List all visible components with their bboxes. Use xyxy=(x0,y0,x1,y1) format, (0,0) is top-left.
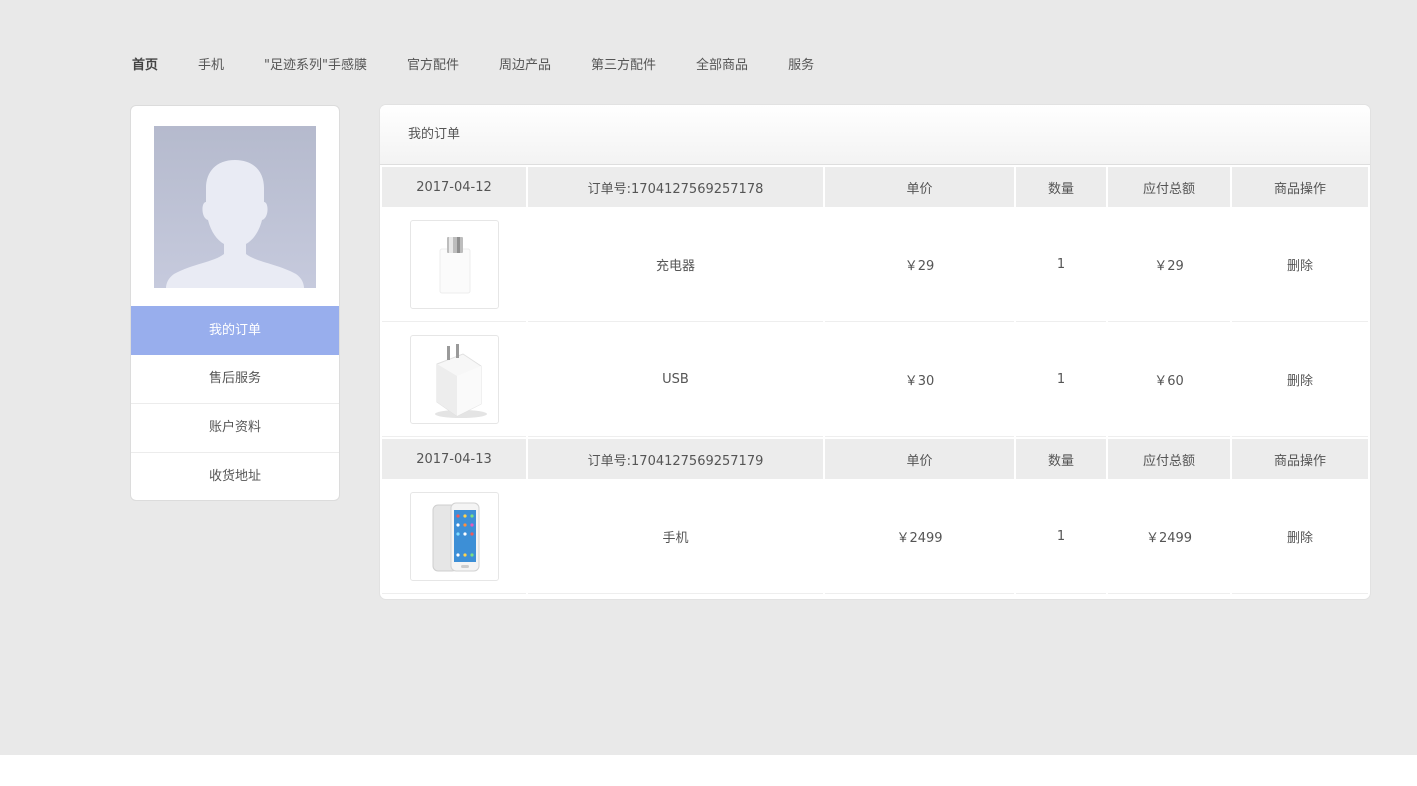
sidebar-item-shipping-address[interactable]: 收货地址 xyxy=(131,453,339,500)
column-header-total: 应付总额 xyxy=(1108,439,1230,479)
user-sidebar: 我的订单 售后服务 账户资料 收货地址 xyxy=(130,105,340,501)
quantity: 1 xyxy=(1016,207,1106,322)
total-amount: ￥2499 xyxy=(1108,479,1230,594)
avatar xyxy=(154,126,316,288)
nav-item-third-party[interactable]: 第三方配件 xyxy=(591,54,656,73)
column-header-price: 单价 xyxy=(825,439,1014,479)
quantity: 1 xyxy=(1016,322,1106,437)
sidebar-item-account-info[interactable]: 账户资料 xyxy=(131,404,339,453)
delete-button[interactable]: 删除 xyxy=(1287,259,1313,274)
wall-charger-icon xyxy=(435,343,487,418)
product-name: 充电器 xyxy=(528,207,823,322)
product-image-charger-adapter[interactable] xyxy=(410,219,499,309)
total-amount: ￥29 xyxy=(1108,207,1230,322)
product-image-wall-charger[interactable] xyxy=(410,334,499,424)
charger-adapter-icon xyxy=(439,236,471,293)
default-avatar-icon xyxy=(166,160,304,288)
column-header-total: 应付总额 xyxy=(1108,167,1230,207)
delete-button[interactable]: 删除 xyxy=(1287,531,1313,546)
quantity: 1 xyxy=(1016,479,1106,594)
table-row: 充电器 ￥29 1 ￥29 删除 xyxy=(382,207,1368,322)
nav-item-screen-film[interactable]: "足迹系列"手感膜 xyxy=(264,54,367,73)
product-name: 手机 xyxy=(528,479,823,594)
order-date: 2017-04-13 xyxy=(382,439,526,479)
order-date: 2017-04-12 xyxy=(382,167,526,207)
column-header-price: 单价 xyxy=(825,167,1014,207)
nav-item-official-accessories[interactable]: 官方配件 xyxy=(407,54,459,73)
unit-price: ￥30 xyxy=(825,322,1014,437)
nav-item-merch[interactable]: 周边产品 xyxy=(499,54,551,73)
order-number: 订单号:1704127569257178 xyxy=(528,167,823,207)
table-row: USB ￥30 1 ￥60 删除 xyxy=(382,322,1368,437)
nav-item-phone[interactable]: 手机 xyxy=(198,54,224,73)
nav-item-home[interactable]: 首页 xyxy=(132,54,158,73)
order-header-row: 2017-04-13 订单号:1704127569257179 单价 数量 应付… xyxy=(382,439,1368,479)
unit-price: ￥2499 xyxy=(825,479,1014,594)
table-row: 手机 ￥2499 1 ￥2499 删除 xyxy=(382,479,1368,594)
top-nav: 首页 手机 "足迹系列"手感膜 官方配件 周边产品 第三方配件 全部商品 服务 xyxy=(132,53,854,73)
product-image-smartphone[interactable] xyxy=(410,491,499,581)
column-header-qty: 数量 xyxy=(1016,167,1106,207)
smartphone-icon xyxy=(432,502,480,571)
orders-table: 2017-04-12 订单号:1704127569257178 单价 数量 应付… xyxy=(380,167,1370,594)
column-header-ops: 商品操作 xyxy=(1232,439,1368,479)
nav-item-all-products[interactable]: 全部商品 xyxy=(696,54,748,73)
sidebar-menu: 我的订单 售后服务 账户资料 收货地址 xyxy=(131,306,339,500)
order-number: 订单号:1704127569257179 xyxy=(528,439,823,479)
delete-button[interactable]: 删除 xyxy=(1287,374,1313,389)
panel-title: 我的订单 xyxy=(380,105,1370,165)
unit-price: ￥29 xyxy=(825,207,1014,322)
column-header-qty: 数量 xyxy=(1016,439,1106,479)
total-amount: ￥60 xyxy=(1108,322,1230,437)
orders-panel: 我的订单 2017-04-12 订单号:1704127569257178 单价 … xyxy=(380,105,1370,599)
sidebar-item-after-sales[interactable]: 售后服务 xyxy=(131,355,339,404)
order-header-row: 2017-04-12 订单号:1704127569257178 单价 数量 应付… xyxy=(382,167,1368,207)
column-header-ops: 商品操作 xyxy=(1232,167,1368,207)
sidebar-item-my-orders[interactable]: 我的订单 xyxy=(131,306,339,355)
nav-item-service[interactable]: 服务 xyxy=(788,54,814,73)
product-name: USB xyxy=(528,322,823,437)
